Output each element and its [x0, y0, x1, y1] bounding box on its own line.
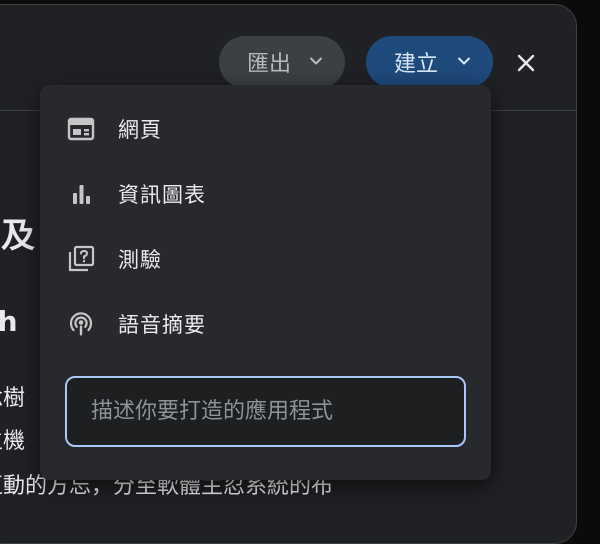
content-subheading: ch — [0, 305, 18, 338]
close-button[interactable] — [511, 48, 541, 78]
menu-item-label: 語音摘要 — [118, 313, 206, 337]
content-text-line: 念樹 — [0, 386, 26, 411]
menu-item-infographic[interactable]: 資訊圖表 — [40, 166, 491, 222]
menu-item-audio-overview[interactable]: 語音摘要 — [40, 296, 491, 352]
quiz-icon — [64, 242, 98, 276]
menu-item-label: 資訊圖表 — [118, 183, 206, 207]
menu-item-web-page[interactable]: 網頁 — [40, 101, 491, 157]
content-text-line: 主機 — [0, 429, 26, 454]
bar-chart-icon — [64, 177, 98, 211]
menu-item-label: 網頁 — [118, 118, 162, 142]
content-heading: 及 — [1, 216, 35, 256]
chevron-down-icon — [458, 57, 470, 65]
close-icon — [517, 54, 535, 72]
create-button-label: 建立 — [394, 52, 439, 77]
export-button-label: 匯出 — [247, 52, 292, 77]
podcast-icon — [64, 307, 98, 341]
menu-item-quiz[interactable]: 測驗 — [40, 231, 491, 287]
create-button[interactable]: 建立 — [366, 36, 493, 88]
create-dropdown-menu: 網頁 資訊圖表 測驗 語音摘要 描述你要打造的應用程式 — [40, 85, 491, 480]
export-button[interactable]: 匯出 — [219, 36, 345, 88]
menu-item-label: 測驗 — [118, 248, 162, 272]
chevron-down-icon — [310, 57, 322, 65]
app-description-input[interactable] — [65, 376, 466, 447]
web-page-icon — [64, 112, 98, 146]
